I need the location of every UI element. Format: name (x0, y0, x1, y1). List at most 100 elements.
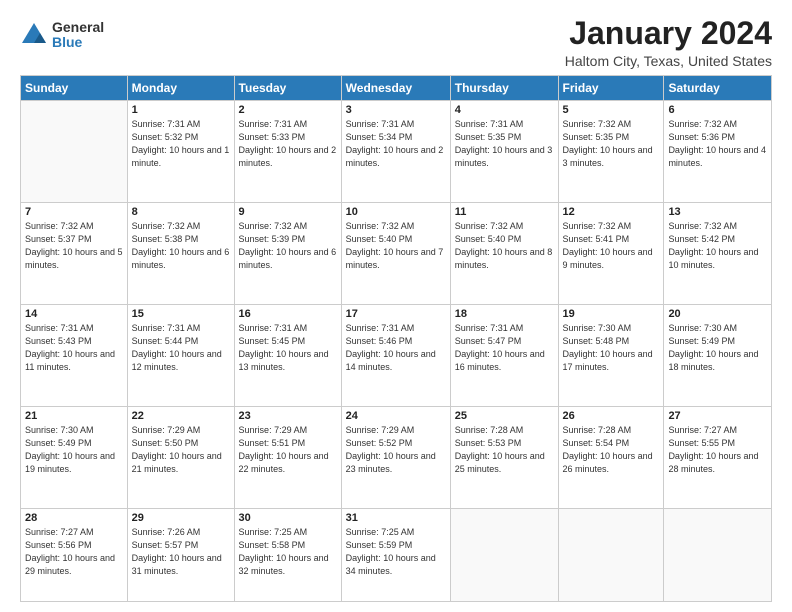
day-info: Sunrise: 7:29 AM Sunset: 5:51 PM Dayligh… (239, 424, 337, 476)
day-info: Sunrise: 7:30 AM Sunset: 5:49 PM Dayligh… (668, 322, 767, 374)
day-cell: 24Sunrise: 7:29 AM Sunset: 5:52 PM Dayli… (341, 406, 450, 508)
logo-text: General Blue (52, 20, 104, 51)
day-number: 6 (668, 104, 767, 116)
day-info: Sunrise: 7:27 AM Sunset: 5:56 PM Dayligh… (25, 526, 123, 578)
day-info: Sunrise: 7:30 AM Sunset: 5:49 PM Dayligh… (25, 424, 123, 476)
day-info: Sunrise: 7:32 AM Sunset: 5:41 PM Dayligh… (563, 220, 660, 272)
day-cell: 10Sunrise: 7:32 AM Sunset: 5:40 PM Dayli… (341, 203, 450, 305)
day-number: 7 (25, 206, 123, 218)
day-info: Sunrise: 7:27 AM Sunset: 5:55 PM Dayligh… (668, 424, 767, 476)
day-cell: 26Sunrise: 7:28 AM Sunset: 5:54 PM Dayli… (558, 406, 664, 508)
day-cell: 1 Sunrise: 7:31 AM Sunset: 5:32 PM Daylig… (127, 101, 234, 203)
day-number: 29 (132, 512, 230, 524)
day-number: 17 (346, 308, 446, 320)
day-info: Sunrise: 7:25 AM Sunset: 5:58 PM Dayligh… (239, 526, 337, 578)
day-info: Sunrise: 7:32 AM Sunset: 5:42 PM Dayligh… (668, 220, 767, 272)
day-info: Sunrise: 7:31 AM Sunset: 5:32 PM Dayligh… (132, 118, 230, 170)
col-saturday: Saturday (664, 76, 772, 101)
day-cell: 11 Sunrise: 7:32 AM Sunset: 5:40 PM Dayli… (450, 203, 558, 305)
col-tuesday: Tuesday (234, 76, 341, 101)
week-row-5: 28 Sunrise: 7:27 AM Sunset: 5:56 PM Dayli… (21, 508, 772, 601)
col-sunday: Sunday (21, 76, 128, 101)
day-number: 23 (239, 410, 337, 422)
day-cell: 9 Sunrise: 7:32 AM Sunset: 5:39 PM Daylig… (234, 203, 341, 305)
day-info: Sunrise: 7:31 AM Sunset: 5:46 PM Dayligh… (346, 322, 446, 374)
day-info: Sunrise: 7:32 AM Sunset: 5:40 PM Dayligh… (346, 220, 446, 272)
day-number: 3 (346, 104, 446, 116)
logo-general-text: General (52, 20, 104, 35)
logo-icon (20, 21, 48, 49)
day-info: Sunrise: 7:31 AM Sunset: 5:43 PM Dayligh… (25, 322, 123, 374)
day-number: 21 (25, 410, 123, 422)
day-info: Sunrise: 7:29 AM Sunset: 5:50 PM Dayligh… (132, 424, 230, 476)
day-cell: 6 Sunrise: 7:32 AM Sunset: 5:36 PM Daylig… (664, 101, 772, 203)
day-info: Sunrise: 7:32 AM Sunset: 5:39 PM Dayligh… (239, 220, 337, 272)
day-info: Sunrise: 7:30 AM Sunset: 5:48 PM Dayligh… (563, 322, 660, 374)
title-block: January 2024 Haltom City, Texas, United … (565, 16, 772, 69)
header: General Blue January 2024 Haltom City, T… (20, 16, 772, 69)
day-cell: 28 Sunrise: 7:27 AM Sunset: 5:56 PM Dayli… (21, 508, 128, 601)
day-cell: 5Sunrise: 7:32 AM Sunset: 5:35 PM Daylig… (558, 101, 664, 203)
day-info: Sunrise: 7:32 AM Sunset: 5:37 PM Dayligh… (25, 220, 123, 272)
day-cell: 3Sunrise: 7:31 AM Sunset: 5:34 PM Daylig… (341, 101, 450, 203)
day-number: 16 (239, 308, 337, 320)
day-cell: 22Sunrise: 7:29 AM Sunset: 5:50 PM Dayli… (127, 406, 234, 508)
day-cell: 25 Sunrise: 7:28 AM Sunset: 5:53 PM Dayli… (450, 406, 558, 508)
day-info: Sunrise: 7:32 AM Sunset: 5:38 PM Dayligh… (132, 220, 230, 272)
day-number: 14 (25, 308, 123, 320)
day-number: 5 (563, 104, 660, 116)
day-number: 12 (563, 206, 660, 218)
day-cell: 19 Sunrise: 7:30 AM Sunset: 5:48 PM Dayli… (558, 304, 664, 406)
day-info: Sunrise: 7:31 AM Sunset: 5:33 PM Dayligh… (239, 118, 337, 170)
day-info: Sunrise: 7:32 AM Sunset: 5:36 PM Dayligh… (668, 118, 767, 170)
day-info: Sunrise: 7:28 AM Sunset: 5:54 PM Dayligh… (563, 424, 660, 476)
week-row-3: 14 Sunrise: 7:31 AM Sunset: 5:43 PM Dayli… (21, 304, 772, 406)
day-info: Sunrise: 7:31 AM Sunset: 5:35 PM Dayligh… (455, 118, 554, 170)
day-number: 11 (455, 206, 554, 218)
day-info: Sunrise: 7:28 AM Sunset: 5:53 PM Dayligh… (455, 424, 554, 476)
day-number: 25 (455, 410, 554, 422)
day-cell: 27 Sunrise: 7:27 AM Sunset: 5:55 PM Dayli… (664, 406, 772, 508)
day-cell: 30 Sunrise: 7:25 AM Sunset: 5:58 PM Dayli… (234, 508, 341, 601)
day-number: 19 (563, 308, 660, 320)
day-cell: 12 Sunrise: 7:32 AM Sunset: 5:41 PM Dayli… (558, 203, 664, 305)
day-number: 18 (455, 308, 554, 320)
day-cell: 21 Sunrise: 7:30 AM Sunset: 5:49 PM Dayli… (21, 406, 128, 508)
col-wednesday: Wednesday (341, 76, 450, 101)
day-number: 24 (346, 410, 446, 422)
day-cell: 18 Sunrise: 7:31 AM Sunset: 5:47 PM Dayli… (450, 304, 558, 406)
logo: General Blue (20, 20, 104, 51)
day-info: Sunrise: 7:32 AM Sunset: 5:40 PM Dayligh… (455, 220, 554, 272)
day-number: 20 (668, 308, 767, 320)
day-number: 8 (132, 206, 230, 218)
day-info: Sunrise: 7:26 AM Sunset: 5:57 PM Dayligh… (132, 526, 230, 578)
day-cell (21, 101, 128, 203)
day-cell: 8 Sunrise: 7:32 AM Sunset: 5:38 PM Daylig… (127, 203, 234, 305)
day-cell: 31Sunrise: 7:25 AM Sunset: 5:59 PM Dayli… (341, 508, 450, 601)
day-number: 30 (239, 512, 337, 524)
day-info: Sunrise: 7:25 AM Sunset: 5:59 PM Dayligh… (346, 526, 446, 578)
day-info: Sunrise: 7:31 AM Sunset: 5:44 PM Dayligh… (132, 322, 230, 374)
day-number: 4 (455, 104, 554, 116)
day-cell (450, 508, 558, 601)
logo-blue-text: Blue (52, 35, 104, 50)
day-cell: 2 Sunrise: 7:31 AM Sunset: 5:33 PM Daylig… (234, 101, 341, 203)
day-number: 1 (132, 104, 230, 116)
col-monday: Monday (127, 76, 234, 101)
day-number: 9 (239, 206, 337, 218)
day-cell: 29 Sunrise: 7:26 AM Sunset: 5:57 PM Dayli… (127, 508, 234, 601)
calendar-page: General Blue January 2024 Haltom City, T… (0, 0, 792, 612)
week-row-2: 7 Sunrise: 7:32 AM Sunset: 5:37 PM Daylig… (21, 203, 772, 305)
day-cell: 4 Sunrise: 7:31 AM Sunset: 5:35 PM Daylig… (450, 101, 558, 203)
day-info: Sunrise: 7:31 AM Sunset: 5:47 PM Dayligh… (455, 322, 554, 374)
location: Haltom City, Texas, United States (565, 53, 772, 69)
day-cell: 20 Sunrise: 7:30 AM Sunset: 5:49 PM Dayli… (664, 304, 772, 406)
day-number: 27 (668, 410, 767, 422)
month-title: January 2024 (565, 16, 772, 51)
day-number: 15 (132, 308, 230, 320)
day-number: 28 (25, 512, 123, 524)
day-cell: 7 Sunrise: 7:32 AM Sunset: 5:37 PM Daylig… (21, 203, 128, 305)
day-number: 2 (239, 104, 337, 116)
day-cell: 14 Sunrise: 7:31 AM Sunset: 5:43 PM Dayli… (21, 304, 128, 406)
day-cell: 13Sunrise: 7:32 AM Sunset: 5:42 PM Dayli… (664, 203, 772, 305)
